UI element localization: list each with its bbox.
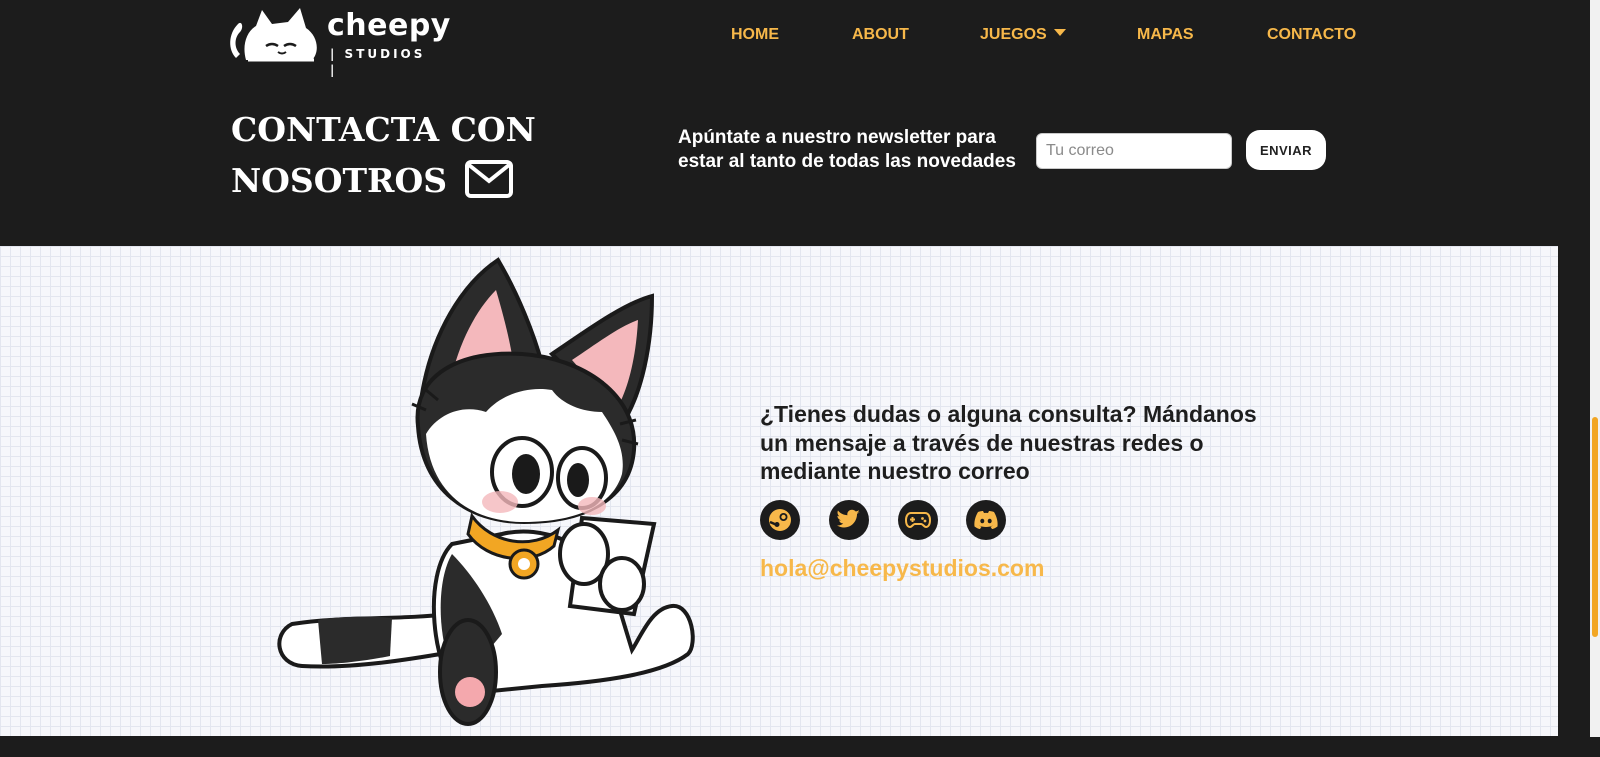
contact-section: ¿Tienes dudas o alguna consulta? Mándano… — [0, 246, 1558, 736]
brand-logo[interactable]: cheepy | STUDIOS | — [226, 6, 450, 77]
gamepad-link[interactable] — [898, 500, 938, 540]
nav-juegos-label: JUEGOS — [980, 26, 1047, 43]
footer-strip — [0, 736, 1600, 757]
discord-link[interactable] — [966, 500, 1006, 540]
header: cheepy | STUDIOS | HOME ABOUT JUEGOS MAP… — [0, 0, 1558, 246]
nav-contacto[interactable]: CONTACTO — [1267, 24, 1356, 46]
nav-about[interactable]: ABOUT — [852, 24, 909, 46]
caret-down-icon — [1053, 29, 1066, 36]
scrollbar-thumb[interactable] — [1592, 417, 1598, 637]
nav-mapas[interactable]: MAPAS — [1137, 24, 1194, 46]
steam-link[interactable] — [760, 500, 800, 540]
page-title-line1: CONTACTA CON — [231, 110, 536, 149]
discord-icon — [974, 511, 998, 529]
gamepad-icon — [905, 512, 931, 529]
newsletter-email-input[interactable] — [1036, 133, 1232, 169]
newsletter-send-button[interactable]: ENVIAR — [1246, 130, 1326, 170]
contact-email-link[interactable]: hola@cheepystudios.com — [760, 553, 1044, 583]
twitter-icon — [837, 509, 860, 528]
cat-logo-icon — [230, 8, 317, 62]
nav-juegos[interactable]: JUEGOS — [980, 24, 1066, 46]
mail-icon — [464, 160, 513, 198]
logo-wordmark: cheepy — [327, 8, 451, 43]
contact-question: ¿Tienes dudas o alguna consulta? Mándano… — [760, 401, 1257, 484]
page-title-line2: NOSOTROS — [231, 161, 448, 200]
steam-icon — [769, 509, 791, 531]
scrollbar[interactable] — [1590, 0, 1600, 737]
cat-illustration-icon — [277, 257, 695, 726]
nav-home[interactable]: HOME — [731, 24, 779, 46]
twitter-link[interactable] — [829, 500, 869, 540]
page-title: CONTACTA CON NOSOTROS — [231, 104, 536, 206]
newsletter-text: Apúntate a nuestro newsletter para estar… — [678, 127, 1016, 172]
logo-subtitle: | STUDIOS | — [330, 47, 426, 77]
